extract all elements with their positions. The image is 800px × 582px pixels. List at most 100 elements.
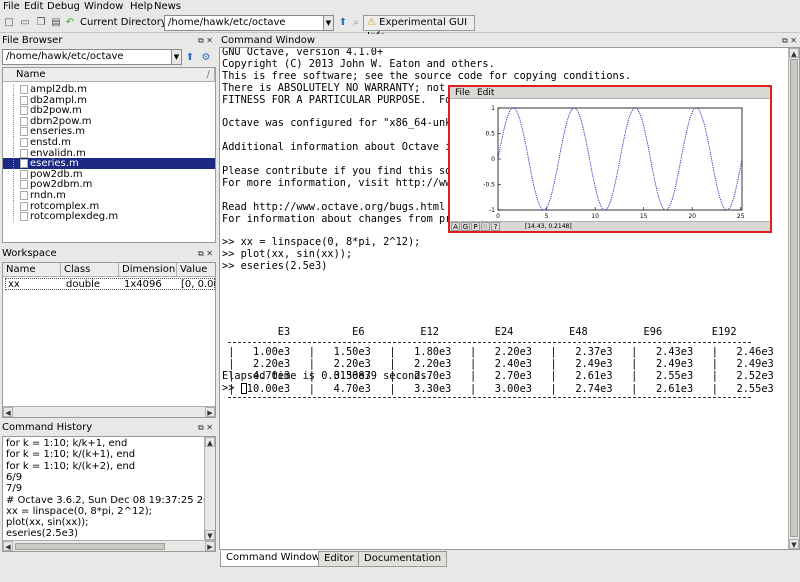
file-name: rndn.m	[30, 190, 66, 201]
text-cursor	[240, 382, 247, 394]
pan-button[interactable]: P	[471, 222, 480, 231]
vertical-scrollbar[interactable]: ▲ ▼	[204, 437, 215, 540]
current-directory-combo[interactable]: /home/hawk/etc/octave ▼	[164, 15, 334, 31]
file-name: db2pow.m	[30, 105, 82, 117]
file-browser-path-combo[interactable]: /home/hawk/etc/octave ▼	[2, 49, 182, 65]
experimental-gui-info-button[interactable]: ⚠ Experimental GUI Info	[363, 15, 475, 42]
chevron-down-icon[interactable]: ▼	[323, 16, 333, 30]
history-entry[interactable]: 7/9	[6, 483, 204, 494]
undo-icon[interactable]: ↶	[64, 17, 76, 29]
tab-editor[interactable]: Editor	[318, 551, 360, 567]
workspace-table: Name Class Dimension Value xx double 1x4…	[2, 262, 216, 418]
list-item[interactable]: db2pow.m	[3, 105, 215, 117]
scroll-up-icon[interactable]: ▲	[205, 437, 215, 447]
menu-file[interactable]: File	[3, 1, 20, 12]
file-name: db2ampl.m	[30, 94, 87, 106]
prompt-line[interactable]: >>	[222, 382, 247, 394]
grid-button[interactable]: G	[461, 222, 470, 231]
menu-debug[interactable]: Debug	[47, 1, 80, 12]
console-line: Read http://www.octave.org/bugs.html to	[222, 200, 470, 213]
list-item[interactable]: pow2dbm.m	[3, 179, 215, 191]
scroll-down-icon[interactable]: ▼	[205, 530, 215, 540]
history-entry[interactable]: for k = 1:10; k/(k+1), end	[6, 449, 204, 460]
paste-icon[interactable]: ▤	[50, 17, 62, 29]
dock-controls-icon[interactable]: ⧉ ✕	[782, 34, 797, 47]
list-item[interactable]: ampl2db.m	[3, 84, 215, 95]
file-icon	[20, 180, 28, 190]
open-file-icon[interactable]: ▭	[19, 17, 31, 29]
vertical-scrollbar[interactable]: ▲ ▼	[788, 48, 799, 549]
sort-indicator-icon: /	[206, 69, 210, 80]
menu-news[interactable]: News	[154, 1, 181, 12]
list-item[interactable]: eseries.m	[3, 158, 215, 170]
list-item[interactable]: enstd.m	[3, 137, 215, 148]
scroll-thumb[interactable]	[15, 543, 165, 550]
help-button[interactable]: ?	[491, 222, 500, 231]
file-icon	[20, 191, 28, 200]
history-entry[interactable]: xx = linspace(0, 8*pi, 2^12);	[6, 506, 204, 517]
file-browser-column-name[interactable]: Name /	[3, 68, 215, 82]
up-directory-icon[interactable]: ⬆	[184, 52, 196, 64]
y-tick-label: 0	[491, 156, 495, 163]
workspace-column-value[interactable]: Value	[177, 263, 215, 277]
menu-help[interactable]: Help	[130, 1, 153, 12]
file-icon	[20, 169, 28, 179]
console-line: >> xx = linspace(0, 8*pi, 2^12);	[222, 236, 421, 249]
horizontal-scrollbar[interactable]: ◀ ▶	[3, 406, 215, 417]
up-directory-icon[interactable]: ⬆	[337, 17, 349, 29]
history-entry[interactable]: eseries(2.5e3)	[6, 528, 204, 539]
browse-directory-icon[interactable]: ⌕	[350, 17, 362, 29]
scroll-left-icon[interactable]: ◀	[3, 541, 13, 551]
file-icon	[20, 116, 28, 126]
figure-window[interactable]: File Edit 0 5 10 15 20 25 1 0.5 0 -0.5 -1 A G P R …	[448, 85, 772, 233]
history-entry[interactable]: for k = 1:10; k/(k+2), end	[6, 461, 204, 472]
file-icon	[20, 95, 28, 105]
menu-edit[interactable]: Edit	[24, 1, 43, 12]
autoscale-button[interactable]: A	[451, 222, 460, 231]
rotate-button[interactable]: R	[481, 222, 490, 231]
scroll-down-icon[interactable]: ▼	[789, 539, 799, 549]
console-line: Octave was configured for "x86_64-unknow	[222, 117, 470, 130]
list-item[interactable]: rotcomplexdeg.m	[3, 211, 215, 223]
dock-controls-icon[interactable]: ⧉ ✕	[198, 421, 213, 434]
scroll-thumb[interactable]	[790, 59, 798, 537]
figure-menu-edit[interactable]: Edit	[477, 88, 494, 98]
history-entry[interactable]: plot(xx, sin(xx));	[6, 517, 204, 528]
list-item[interactable]: pow2db.m	[3, 168, 215, 180]
history-entry[interactable]: 6/9	[6, 472, 204, 483]
scroll-right-icon[interactable]: ▶	[205, 407, 215, 417]
list-item[interactable]: dbm2pow.m	[3, 115, 215, 127]
workspace-column-class[interactable]: Class	[61, 263, 119, 277]
x-tick-label: 5	[545, 213, 549, 220]
chevron-down-icon[interactable]: ▼	[171, 50, 181, 64]
file-name: ampl2db.m	[30, 84, 87, 95]
new-script-icon[interactable]: □	[3, 17, 15, 29]
tab-documentation[interactable]: Documentation	[358, 551, 448, 567]
y-tick-label: -1	[489, 207, 495, 214]
history-entry[interactable]: for k = 1:10; k/k+1, end	[6, 438, 204, 449]
workspace-column-name[interactable]: Name	[3, 263, 61, 277]
list-item[interactable]: db2ampl.m	[3, 94, 215, 106]
y-tick-label: 1	[491, 105, 495, 112]
scroll-left-icon[interactable]: ◀	[3, 407, 13, 417]
scroll-right-icon[interactable]: ▶	[205, 541, 215, 551]
table-row[interactable]: xx double 1x4096 [0, 0.00	[5, 278, 215, 290]
file-name: dbm2pow.m	[30, 115, 92, 127]
copy-icon[interactable]: ❐	[35, 17, 47, 29]
cursor-coordinates: [14.43, 0.2148]	[525, 223, 572, 230]
list-item[interactable]: envalidn.m	[3, 147, 215, 159]
horizontal-scrollbar[interactable]: ◀ ▶	[3, 540, 215, 551]
tab-command-window[interactable]: Command Window	[220, 551, 327, 567]
list-item[interactable]: enseries.m	[3, 126, 215, 138]
list-item[interactable]: rndn.m	[3, 190, 215, 201]
figure-menu-file[interactable]: File	[455, 88, 470, 98]
menu-window[interactable]: Window	[84, 1, 123, 12]
workspace-column-dimension[interactable]: Dimension	[119, 263, 177, 277]
scroll-up-icon[interactable]: ▲	[789, 48, 799, 58]
dock-controls-icon[interactable]: ⧉ ✕	[198, 34, 213, 47]
settings-icon[interactable]: ⚙	[200, 52, 212, 64]
list-item[interactable]: rotcomplex.m	[3, 200, 215, 212]
history-entry[interactable]: # Octave 3.6.2, Sun Dec 08 19:37:25 2013…	[6, 495, 204, 506]
dock-controls-icon[interactable]: ⧉ ✕	[198, 247, 213, 260]
file-browser-path: /home/hawk/etc/octave	[6, 51, 124, 62]
